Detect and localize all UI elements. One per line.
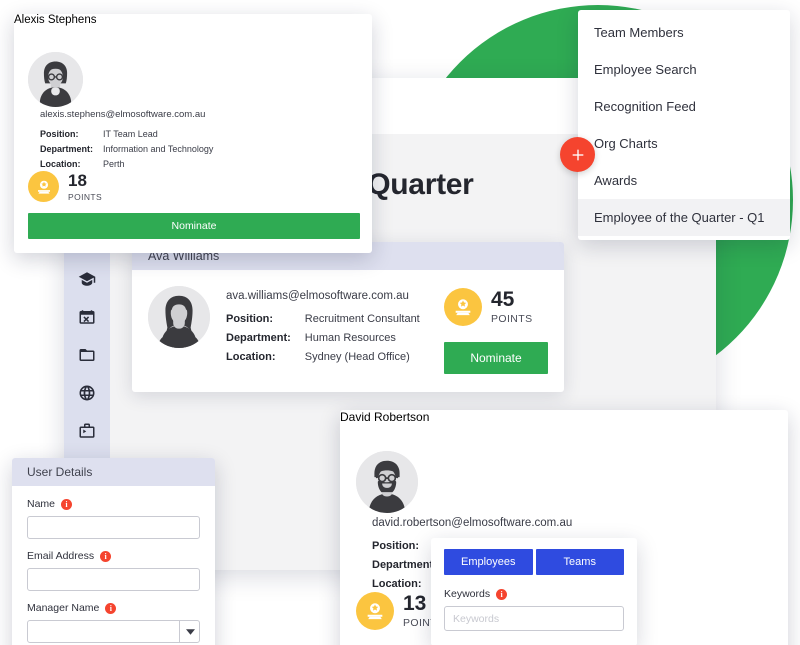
- email-label-row: Email Address i: [27, 550, 200, 562]
- points-label: POINTS: [491, 313, 533, 325]
- employee-card-alexis-stephens: Alexis Stephens alexis.stephens@elmosoft…: [14, 14, 372, 253]
- position-label: Position:: [40, 129, 79, 139]
- female-longhair-avatar: [148, 286, 210, 348]
- user-details-title: User Details: [12, 458, 215, 486]
- employee-detail-rows: Position: Recruitment Consultant Departm…: [226, 313, 444, 363]
- add-button[interactable]: [560, 137, 595, 172]
- name-label-row: Name i: [27, 498, 200, 510]
- employee-card-title: Alexis Stephens: [14, 14, 97, 26]
- menu-item-awards[interactable]: Awards: [578, 162, 790, 199]
- avatar: [28, 52, 360, 107]
- menu-item-team-members[interactable]: Team Members: [578, 14, 790, 51]
- manager-input[interactable]: [27, 620, 200, 643]
- department-label: Department:: [372, 559, 437, 571]
- keywords-label-row: Keywords i: [444, 588, 624, 600]
- employee-search-panel: Employees Teams Keywords i: [431, 538, 637, 645]
- user-details-form: User Details Name i Email Address i Mana…: [12, 458, 215, 645]
- location-value: Sydney (Head Office): [304, 351, 410, 363]
- calendar-cancel-icon[interactable]: [78, 308, 96, 326]
- points-value: 45: [491, 288, 515, 311]
- email-field-group: Email Address i: [27, 550, 200, 591]
- name-label: Name: [27, 498, 56, 510]
- department-value: Human Resources: [304, 332, 396, 344]
- briefcase-icon[interactable]: [78, 422, 96, 440]
- manager-label: Manager Name: [27, 602, 100, 614]
- keywords-label: Keywords: [444, 588, 491, 600]
- tab-teams[interactable]: Teams: [535, 549, 624, 575]
- nominate-button[interactable]: Nominate: [444, 342, 548, 374]
- location-value: Perth: [103, 159, 125, 169]
- menu-item-recognition-feed[interactable]: Recognition Feed: [578, 88, 790, 125]
- employee-info: ava.williams@elmosoftware.com.au Positio…: [210, 286, 444, 363]
- info-icon[interactable]: i: [61, 498, 73, 510]
- points-value: 18: [68, 170, 87, 190]
- award-badge-icon: [444, 288, 482, 326]
- position-label: Position:: [372, 540, 420, 552]
- menu-item-employee-of-the-quarter[interactable]: Employee of the Quarter - Q1: [578, 199, 790, 236]
- employee-card-title: David Robertson: [340, 410, 430, 424]
- points-row: 45 POINTS: [444, 288, 533, 326]
- email-label: Email Address: [27, 550, 95, 562]
- info-icon[interactable]: i: [496, 588, 508, 600]
- screenshot-root: Employee of the Quarter Ava Williams: [0, 0, 800, 645]
- male-beard-glasses-avatar: [356, 451, 418, 513]
- navigation-menu: Team Members Employee Search Recognition…: [578, 10, 790, 240]
- points-label: POINTS: [68, 191, 103, 202]
- user-details-body: Name i Email Address i Manager Name i: [12, 486, 215, 645]
- position-value: IT Team Lead: [103, 129, 158, 139]
- manager-label-row: Manager Name i: [27, 602, 200, 614]
- keywords-input[interactable]: [444, 606, 624, 631]
- employee-points-and-action: 45 POINTS Nominate: [444, 286, 548, 374]
- graduation-cap-icon[interactable]: [78, 270, 96, 288]
- award-badge-icon: [356, 592, 394, 630]
- info-icon[interactable]: i: [105, 602, 117, 614]
- name-field-group: Name i: [27, 498, 200, 539]
- employee-card-body: alexis.stephens@elmosoftware.com.au Posi…: [14, 40, 372, 253]
- menu-item-employee-search[interactable]: Employee Search: [578, 51, 790, 88]
- avatar: [148, 286, 210, 348]
- employee-email: ava.williams@elmosoftware.com.au: [226, 290, 409, 302]
- location-label: Location:: [226, 351, 276, 363]
- folder-icon[interactable]: [78, 346, 96, 364]
- department-label: Department:: [40, 144, 94, 154]
- employee-detail-rows: Position: IT Team Lead Department: Infor…: [40, 129, 360, 169]
- employee-card-ava-williams: Ava Williams ava.williams@elmosoftware.c…: [132, 242, 564, 392]
- info-icon[interactable]: i: [100, 550, 112, 562]
- tab-employees[interactable]: Employees: [444, 549, 533, 575]
- employee-points-and-action: 18 POINTS Nominate: [28, 169, 360, 239]
- globe-icon[interactable]: [78, 384, 96, 402]
- menu-item-org-charts[interactable]: Org Charts: [578, 125, 790, 162]
- department-label: Department:: [226, 332, 291, 344]
- manager-select[interactable]: [27, 620, 200, 643]
- department-value: Information and Technology: [103, 144, 214, 154]
- nominate-button[interactable]: Nominate: [28, 213, 360, 239]
- avatar: [356, 451, 774, 513]
- employee-email: david.robertson@elmosoftware.com.au: [372, 517, 573, 529]
- position-value: Recruitment Consultant: [304, 313, 420, 325]
- chevron-down-icon[interactable]: [179, 620, 200, 643]
- employee-card-body: ava.williams@elmosoftware.com.au Positio…: [132, 270, 564, 392]
- location-label: Location:: [372, 578, 422, 590]
- female-glasses-avatar: [28, 52, 83, 107]
- location-label: Location:: [40, 159, 81, 169]
- position-label: Position:: [226, 313, 274, 325]
- plus-icon: [570, 147, 586, 163]
- search-scope-tabs: Employees Teams: [444, 549, 624, 575]
- points-row: 18 POINTS: [28, 171, 102, 202]
- manager-field-group: Manager Name i: [27, 602, 200, 643]
- email-input[interactable]: [27, 568, 200, 591]
- employee-info: alexis.stephens@elmosoftware.com.au Posi…: [28, 107, 360, 169]
- name-input[interactable]: [27, 516, 200, 539]
- employee-email: alexis.stephens@elmosoftware.com.au: [40, 109, 206, 120]
- award-badge-icon: [28, 171, 59, 202]
